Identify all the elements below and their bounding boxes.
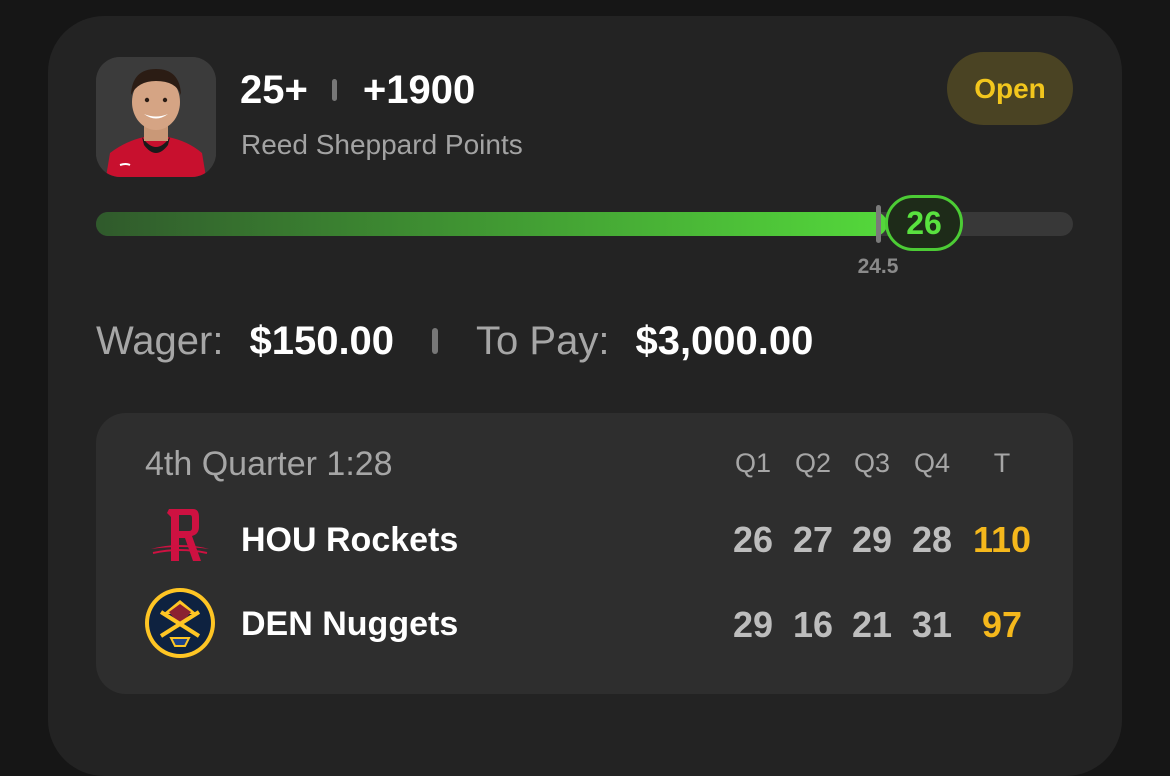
score-cell: 27	[792, 519, 834, 560]
payout-label: To Pay:	[476, 318, 610, 363]
header-q1: Q1	[734, 448, 772, 478]
bet-odds: +1900	[362, 67, 476, 112]
score-total: 97	[981, 604, 1023, 645]
status-badge[interactable]: Open	[947, 52, 1073, 125]
divider	[432, 328, 439, 354]
threshold-marker	[876, 205, 881, 243]
header-total: T	[993, 448, 1011, 478]
header-q2: Q2	[794, 448, 832, 478]
bet-line: 25+	[240, 67, 308, 112]
score-cell: 29	[732, 604, 774, 645]
score-cell: 16	[792, 604, 834, 645]
rockets-logo-icon	[143, 503, 217, 577]
team-name-away: DEN Nuggets	[241, 605, 459, 643]
header-q3: Q3	[853, 448, 891, 478]
nuggets-logo-icon	[143, 586, 217, 660]
bet-headline: 25+ +1900	[240, 66, 475, 114]
wager-value: $150.00	[249, 318, 395, 363]
score-cell: 21	[851, 604, 893, 645]
score-cell: 26	[732, 519, 774, 560]
payout-value: $3,000.00	[635, 318, 814, 363]
score-cell: 29	[851, 519, 893, 560]
progress-fill	[96, 212, 888, 236]
divider	[331, 79, 337, 101]
current-value-bubble: 26	[885, 195, 963, 251]
score-total: 110	[972, 519, 1032, 560]
bet-market: Reed Sheppard Points	[241, 129, 523, 160]
game-clock: 4th Quarter 1:28	[145, 445, 393, 483]
wager-row: Wager: $150.00 To Pay: $3,000.00	[96, 316, 813, 366]
team-name-home: HOU Rockets	[241, 521, 459, 559]
header-q4: Q4	[913, 448, 951, 478]
score-cell: 28	[911, 519, 953, 560]
wager-label: Wager:	[96, 318, 224, 363]
score-cell: 31	[911, 604, 953, 645]
threshold-label: 24.5	[857, 255, 899, 278]
player-avatar	[96, 57, 216, 177]
